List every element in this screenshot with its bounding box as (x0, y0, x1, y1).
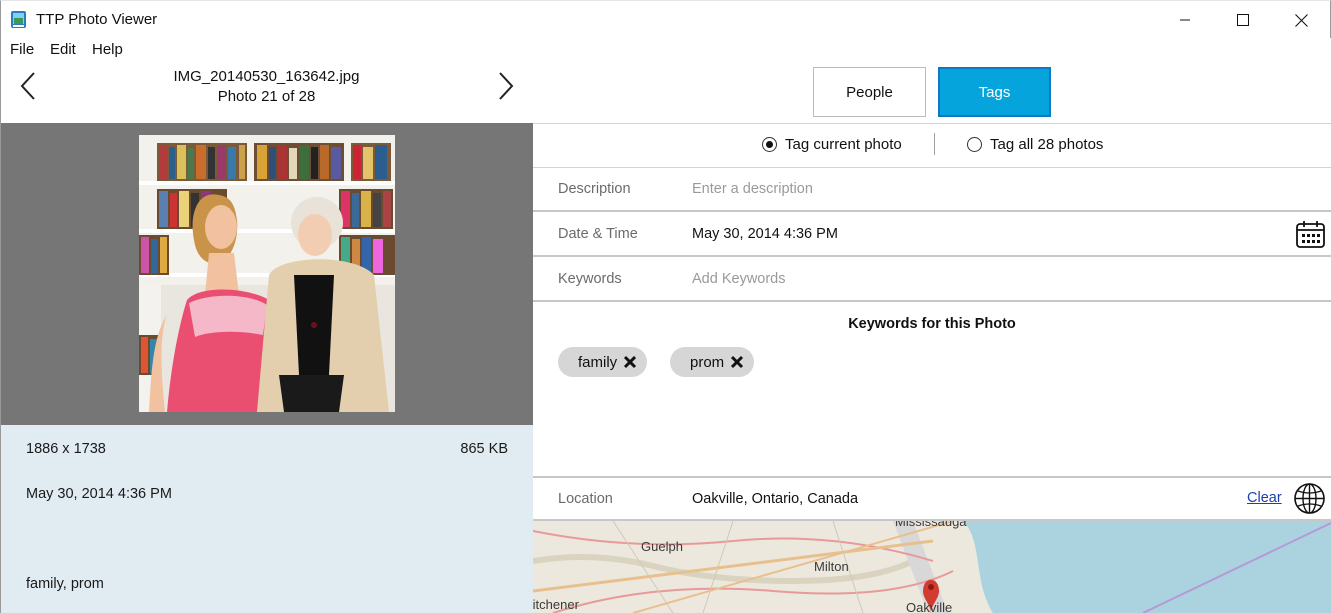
keywords-heading: Keywords for this Photo (848, 316, 1016, 332)
window-title: TTP Photo Viewer (36, 11, 158, 28)
clear-location-link[interactable]: Clear (1247, 490, 1282, 506)
calendar-button[interactable] (1295, 220, 1326, 249)
photo-info-pane: 1886 x 1738 865 KB May 30, 2014 4:36 PM … (1, 425, 533, 613)
title-bar: TTP Photo Viewer (0, 0, 1331, 38)
remove-keyword-icon[interactable] (623, 355, 637, 369)
tag-current-photo-radio[interactable]: Tag current photo (762, 136, 902, 153)
tag-all-photos-label: Tag all 28 photos (990, 136, 1104, 153)
divider (533, 300, 1331, 302)
tab-tags[interactable]: Tags (938, 67, 1051, 117)
map-label: Milton (814, 559, 849, 574)
map-label: Kitchener (533, 597, 579, 612)
close-icon (1294, 13, 1308, 27)
tab-people[interactable]: People (813, 67, 926, 117)
photo-dimensions: 1886 x 1738 (26, 441, 106, 457)
radio-selected-icon (762, 137, 777, 152)
menu-edit[interactable]: Edit (50, 41, 76, 58)
photo-date: May 30, 2014 4:36 PM (26, 486, 172, 502)
previous-photo-button[interactable] (17, 70, 41, 102)
divider (533, 167, 1331, 168)
map-label: Guelph (641, 539, 683, 554)
globe-icon (1294, 483, 1325, 514)
divider (533, 210, 1331, 212)
maximize-button[interactable] (1214, 1, 1272, 39)
chevron-right-icon (499, 72, 514, 100)
photo-image[interactable] (139, 135, 395, 412)
map-label: Mississauga (895, 521, 967, 529)
keyword-chip-family: family (558, 347, 648, 377)
keyword-chip-prom: prom (670, 347, 755, 377)
photo-counter: Photo 21 of 28 (217, 88, 316, 105)
description-input[interactable]: Enter a description (692, 181, 813, 197)
keyword-chip-label: prom (690, 353, 725, 371)
menu-bar: File Edit Help (0, 38, 533, 62)
location-input[interactable]: Oakville, Ontario, Canada (692, 491, 858, 507)
photo-preview-pane (1, 123, 533, 425)
location-map[interactable]: Mississauga Guelph Milton Kitchener Oakv… (533, 521, 1331, 613)
radio-separator (934, 133, 935, 155)
keywords-input[interactable]: Add Keywords (692, 271, 786, 287)
photo-keywords: family, prom (26, 576, 104, 592)
globe-button[interactable] (1293, 482, 1326, 515)
maximize-icon (1237, 14, 1249, 26)
menu-file[interactable]: File (10, 41, 34, 58)
keyword-chip-label: family (578, 353, 618, 371)
keywords-label: Keywords (558, 271, 622, 287)
app-photo-icon (11, 11, 26, 28)
chevron-left-icon (20, 72, 35, 100)
photo-file-name: IMG_20140530_163642.jpg (173, 68, 360, 85)
remove-keyword-icon[interactable] (730, 355, 744, 369)
calendar-icon (1296, 221, 1325, 248)
location-label: Location (558, 491, 613, 507)
minimize-button[interactable] (1156, 1, 1214, 39)
divider (533, 476, 1331, 478)
divider (533, 123, 1331, 124)
datetime-label: Date & Time (558, 226, 638, 242)
close-button[interactable] (1272, 1, 1330, 39)
photo-file-size: 865 KB (460, 441, 508, 457)
map-label: Oakville (906, 600, 953, 613)
minimize-icon (1180, 19, 1190, 21)
menu-help[interactable]: Help (92, 41, 123, 58)
description-label: Description (558, 181, 631, 197)
divider (533, 255, 1331, 257)
radio-unselected-icon (967, 137, 982, 152)
tag-all-photos-radio[interactable]: Tag all 28 photos (967, 136, 1103, 153)
next-photo-button[interactable] (493, 70, 517, 102)
datetime-input[interactable]: May 30, 2014 4:36 PM (692, 226, 838, 242)
tag-current-photo-label: Tag current photo (785, 136, 902, 153)
